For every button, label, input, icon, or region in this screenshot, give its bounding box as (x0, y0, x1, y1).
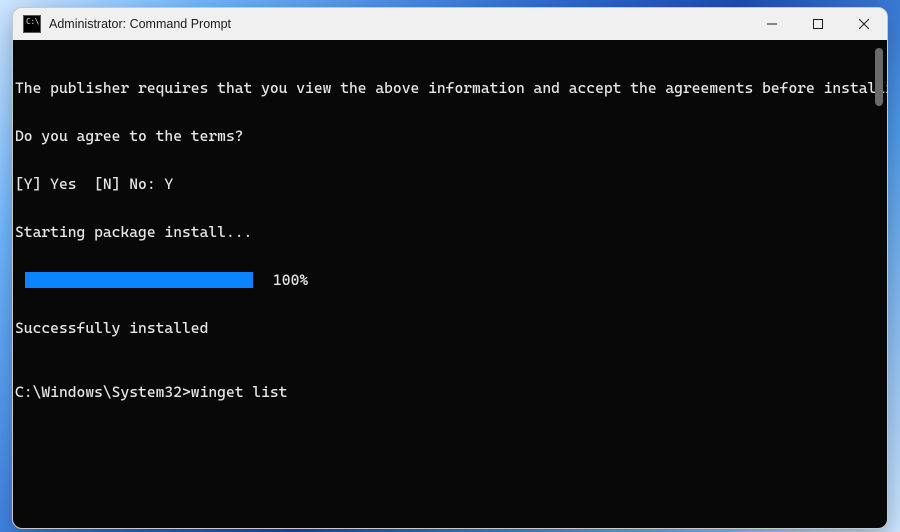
progress-line: 100% (15, 272, 867, 288)
titlebar[interactable]: C:\ Administrator: Command Prompt (13, 8, 887, 40)
window-title: Administrator: Command Prompt (49, 17, 749, 31)
progress-percent: 100% (273, 272, 308, 288)
window-controls (749, 8, 887, 40)
maximize-button[interactable] (795, 8, 841, 40)
terminal-line: Starting package install... (15, 224, 867, 240)
close-button[interactable] (841, 8, 887, 40)
minimize-button[interactable] (749, 8, 795, 40)
terminal-content: The publisher requires that you view the… (15, 48, 867, 432)
progress-bar (25, 272, 253, 288)
cmd-icon: C:\ (23, 15, 41, 33)
scrollbar[interactable] (869, 42, 885, 526)
terminal-line: Do you agree to the terms? (15, 128, 867, 144)
terminal-line: [Y] Yes [N] No: Y (15, 176, 867, 192)
scrollbar-thumb[interactable] (875, 48, 883, 106)
terminal-line: Successfully installed (15, 320, 867, 336)
terminal[interactable]: The publisher requires that you view the… (13, 40, 887, 528)
prompt-command: winget list (191, 383, 288, 401)
terminal-line: The publisher requires that you view the… (15, 80, 867, 96)
prompt-line: C:\Windows\System32>winget list (15, 384, 867, 400)
command-prompt-window: C:\ Administrator: Command Prompt The pu… (12, 7, 888, 529)
prompt-path: C:\Windows\System32> (15, 383, 191, 401)
